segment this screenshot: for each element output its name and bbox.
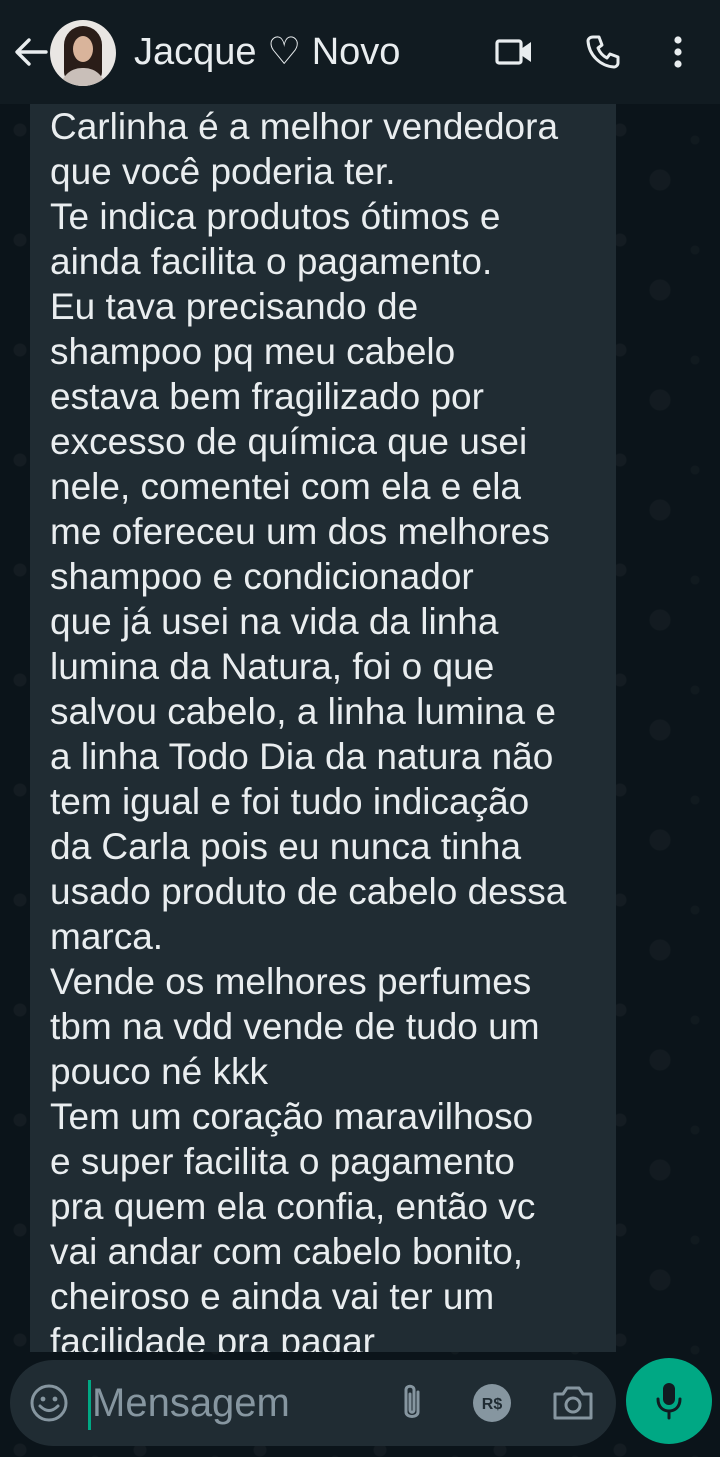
contact-avatar[interactable] [50,20,116,86]
message-line: nele, comentei com ela e ela [50,466,521,507]
message-line: me ofereceu um dos melhores [50,511,550,552]
voice-message-button[interactable] [626,1358,712,1444]
text-cursor [88,1380,91,1430]
attach-button[interactable] [394,1382,430,1424]
message-line: estava bem fragilizado por [50,376,484,417]
more-options-button[interactable] [660,30,696,74]
back-arrow-icon [15,38,48,66]
message-line: Te indica produtos ótimos e [50,196,501,237]
message-line: tbm na vdd vende de tudo um [50,1006,540,1047]
video-call-icon [495,39,531,65]
message-line: shampoo pq meu cabelo [50,331,456,372]
message-line: vai andar com cabelo bonito, [50,1231,524,1272]
message-line: Eu tava precisando de [50,286,419,327]
message-line: pra quem ela confia, então vc [50,1186,536,1227]
message-line: shampoo e condicionador [50,556,474,597]
message-line: a linha Todo Dia da natura não [50,736,554,777]
emoji-button[interactable] [28,1382,70,1424]
contact-name[interactable]: Jacque ♡ Novo [134,28,400,76]
attach-icon [404,1384,420,1418]
payment-icon: R$ [473,1384,511,1422]
payment-button[interactable]: R$ [470,1381,514,1425]
back-button[interactable] [10,30,52,74]
message-line: da Carla pois eu nunca tinha [50,826,522,867]
message-line: tem igual e foi tudo indicação [50,781,530,822]
message-line: ainda facilita o pagamento. [50,241,493,282]
video-call-button[interactable] [490,32,538,72]
more-options-icon [674,36,682,68]
message-line: excesso de química que usei [50,421,528,462]
payment-label: R$ [482,1396,503,1413]
voice-call-button[interactable] [580,30,626,74]
camera-button[interactable] [550,1382,596,1424]
voice-call-icon [586,35,620,69]
message-line: lumina da Natura, foi o que [50,646,495,687]
message-line: Carlinha é a melhor vendedora [50,106,559,147]
message-line: salvou cabelo, a linha lumina e [50,691,556,732]
message-line: que já usei na vida da linha [50,601,499,642]
message-line: Vende os melhores perfumes [50,961,532,1002]
message-line: que você poderia ter. [50,151,396,192]
message-line: cheiroso e ainda vai ter um [50,1276,495,1317]
message-line: usado produto de cabelo dessa [50,871,567,912]
message-input[interactable]: Mensagem [92,1378,290,1428]
chat-header: Jacque ♡ Novo [0,0,720,104]
message-line: marca. [50,916,164,957]
camera-icon [553,1386,593,1420]
message-bubble[interactable]: Carlinha é a melhor vendedora que você p… [30,104,616,1352]
message-line: e super facilita o pagamento [50,1141,515,1182]
message-line: Tem um coração maravilhoso [50,1096,534,1137]
microphone-icon [656,1383,682,1420]
message-line: pouco né kkk [50,1051,269,1092]
message-line: facilidade pra pagar [50,1321,375,1352]
emoji-icon [30,1384,68,1422]
message-composer: Mensagem R$ [10,1360,616,1446]
